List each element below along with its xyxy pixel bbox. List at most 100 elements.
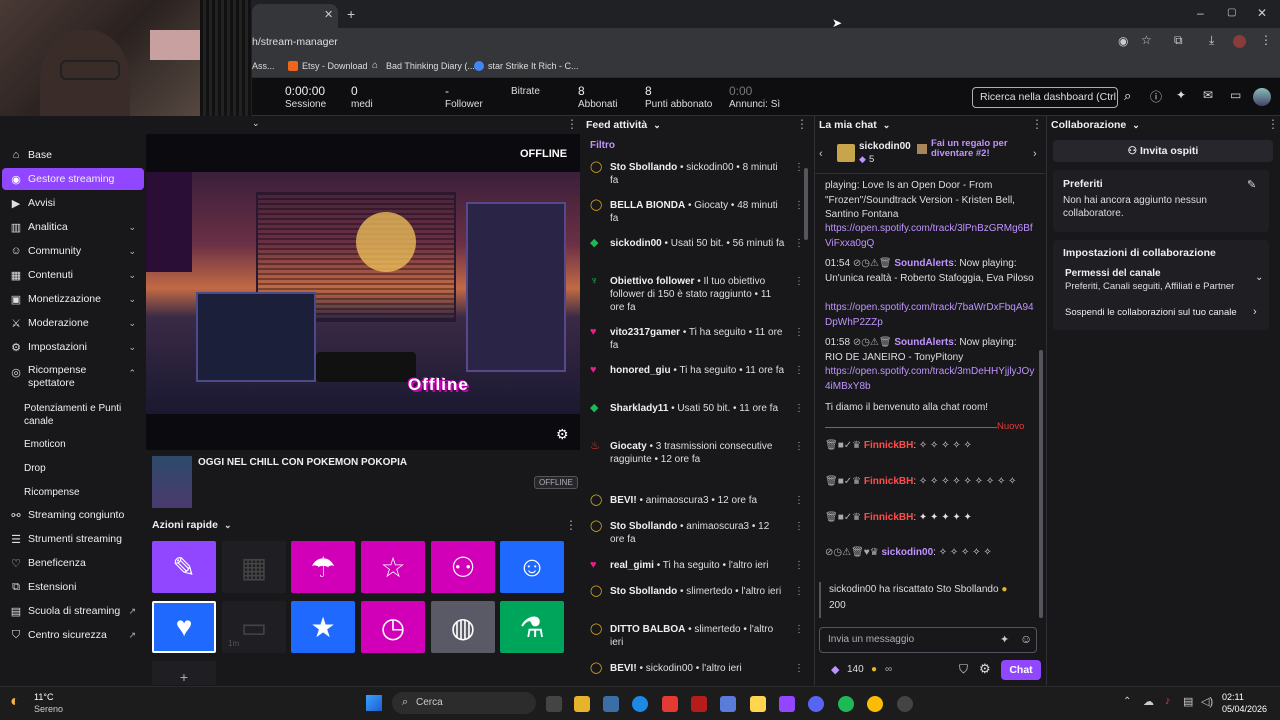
taskbar-search[interactable]: ⌕ Cerca <box>392 692 536 714</box>
more-icon[interactable]: ⋮ <box>794 364 804 377</box>
sidebar-subitem-drops[interactable]: Drop <box>24 462 46 475</box>
chat-username[interactable]: FinnickBH <box>864 476 913 487</box>
channel-points-balance[interactable]: 140 <box>847 664 864 675</box>
chat-username[interactable]: sickodin00 <box>881 547 933 558</box>
discord-icon[interactable] <box>808 696 824 712</box>
cloud-icon[interactable]: ☁ <box>1143 695 1154 708</box>
sparkle-icon[interactable]: ✦ <box>1000 633 1009 646</box>
bookmark-item[interactable]: Bad Thinking Diary (... <box>386 61 475 71</box>
sub-only-button[interactable]: ★ <box>291 601 355 653</box>
weather-icon[interactable]: ◐ <box>10 693 20 711</box>
volume-icon[interactable]: ◁) <box>1201 695 1213 708</box>
bookmark-item[interactable]: Etsy - Download <box>302 61 368 71</box>
store-icon[interactable] <box>603 696 619 712</box>
profile-avatar[interactable] <box>1233 35 1246 48</box>
slow-mode-button[interactable]: ◷ <box>361 601 425 653</box>
sidebar-item-community[interactable]: ☺ Community ⌄ <box>2 240 144 262</box>
download-icon[interactable]: ⤓ <box>1209 33 1214 48</box>
prediction-button[interactable]: ⚗ <box>500 601 564 653</box>
file-explorer-icon[interactable] <box>574 696 590 712</box>
eye-icon[interactable]: ◉ <box>1118 34 1128 48</box>
sidebar-item-stream-tools[interactable]: ☰ Strumenti streaming <box>2 528 144 550</box>
sidebar-subitem-rewards[interactable]: Ricompense <box>24 486 80 499</box>
more-icon[interactable]: ⋮ <box>794 199 804 212</box>
add-mod-button[interactable]: ⚇ <box>431 541 495 593</box>
chevron-left-icon[interactable]: ‹ <box>819 148 823 160</box>
more-icon[interactable]: ⋮ <box>794 161 804 174</box>
sidebar-item-collab-stream[interactable]: ⚯ Streaming congiunto <box>2 504 144 526</box>
gear-icon[interactable]: ⚙ <box>979 661 991 677</box>
chat-link[interactable]: https://open.spotify.com/track/7baWrDxFb… <box>825 301 1035 330</box>
mic-icon[interactable]: ♪ <box>1165 695 1171 707</box>
sidebar-item-charity[interactable]: ♡ Beneficenza <box>2 552 144 574</box>
more-icon[interactable]: ⋮ <box>796 117 808 131</box>
more-icon[interactable]: ⋮ <box>1267 117 1279 131</box>
send-chat-button[interactable]: Chat <box>1001 660 1041 680</box>
sidebar-item-alerts[interactable]: ▶ Avvisi <box>2 192 144 214</box>
network-icon[interactable]: ▤ <box>1183 695 1193 708</box>
url-text[interactable]: h/stream-manager <box>252 36 338 48</box>
more-icon[interactable]: ⋮ <box>794 559 804 572</box>
shield-icon[interactable]: ⛉ <box>959 662 968 677</box>
more-icon[interactable]: ⋮ <box>565 518 577 532</box>
chat-input[interactable]: Invia un messaggio ✦ ☺ <box>819 627 1037 653</box>
more-icon[interactable]: ⋮ <box>794 494 804 507</box>
user-avatar[interactable] <box>1253 88 1271 106</box>
whispers-icon[interactable]: ▭ <box>1230 88 1241 102</box>
gear-icon[interactable]: ⚙ <box>556 426 569 443</box>
twitch-icon[interactable] <box>779 696 795 712</box>
pencil-icon[interactable]: ✎ <box>1247 178 1256 191</box>
obs-icon[interactable] <box>897 696 913 712</box>
more-icon[interactable]: ⋮ <box>794 440 804 453</box>
shoutout-button[interactable]: ☆ <box>361 541 425 593</box>
dashboard-search-input[interactable]: Ricerca nella dashboard (Ctrl + . <box>972 87 1118 108</box>
more-icon[interactable]: ⋮ <box>794 520 804 533</box>
sidebar-item-monetization[interactable]: ▣ Monetizzazione ⌄ <box>2 288 144 310</box>
sidebar-item-safety-center[interactable]: ⛉ Centro sicurezza ↗ <box>2 624 144 646</box>
edit-stream-info-button[interactable]: ✎ <box>152 541 216 593</box>
close-tab-icon[interactable]: ✕ <box>324 8 333 21</box>
sidebar-subitem-emotes[interactable]: Emoticon <box>24 438 66 451</box>
more-icon[interactable]: ⋮ <box>566 117 578 131</box>
chevron-down-icon[interactable]: ⌄ <box>653 120 661 131</box>
chat-username[interactable]: FinnickBH <box>864 440 913 451</box>
help-icon[interactable]: ⓘ <box>1150 88 1162 105</box>
clock-date[interactable]: 05/04/2026 <box>1222 704 1267 714</box>
feed-scrollbar[interactable] <box>804 168 808 240</box>
chat-username[interactable]: SoundAlerts <box>894 258 953 269</box>
stream-title[interactable]: OGGI NEL CHILL CON POKEMON POKOPIA <box>198 457 407 468</box>
browser-menu-icon[interactable]: ⋮ <box>1260 33 1272 47</box>
browser-tab[interactable]: ✕ <box>252 4 338 28</box>
antivirus-icon[interactable] <box>691 696 707 712</box>
sparkle-icon[interactable]: ✦ <box>1176 88 1186 102</box>
more-icon[interactable]: ⋮ <box>794 585 804 598</box>
maximize-icon[interactable]: ▢ <box>1227 7 1236 18</box>
more-icon[interactable]: ⋮ <box>794 402 804 415</box>
ad-button[interactable]: ▭ 1m <box>222 601 286 653</box>
task-view-icon[interactable] <box>546 696 562 712</box>
leaderboard-user[interactable]: sickodin00 <box>859 141 911 152</box>
more-icon[interactable]: ⋮ <box>794 662 804 675</box>
guest-star-button[interactable]: ◍ <box>431 601 495 653</box>
more-icon[interactable]: ⋮ <box>1031 117 1043 131</box>
invite-guests-button[interactable]: ⚇ Invita ospiti <box>1053 140 1273 162</box>
chat-username[interactable]: SoundAlerts <box>894 337 953 348</box>
chat-link[interactable]: https://open.spotify.com/track/3mDeHHYjj… <box>825 365 1035 394</box>
follower-only-button[interactable]: ♥ <box>152 601 216 653</box>
chat-username[interactable]: FinnickBH <box>864 512 913 523</box>
chevron-down-icon[interactable]: ⌄ <box>1132 120 1140 131</box>
raid-button[interactable]: ☂ <box>291 541 355 593</box>
inbox-icon[interactable]: ✉ <box>1203 88 1213 102</box>
app-l-icon[interactable] <box>662 696 678 712</box>
sidebar-subitem-channel-points[interactable]: Potenziamenti e Punti canale <box>24 402 134 428</box>
bookmark-item[interactable]: star Strike It Rich - C... <box>488 61 579 71</box>
sidebar-item-extensions[interactable]: ⧉ Estensioni <box>2 576 144 598</box>
sidebar-item-stream-manager[interactable]: ◉ Gestore streaming <box>2 168 144 190</box>
chevron-right-icon[interactable]: › <box>1033 148 1037 160</box>
sidebar-item-settings[interactable]: ⚙ Impostazioni ⌄ <box>2 336 144 358</box>
sidebar-item-content[interactable]: ▦ Contenuti ⌄ <box>2 264 144 286</box>
gift-cta[interactable]: Fai un regalo per diventare #2! <box>931 139 1011 159</box>
tray-chevron-icon[interactable]: ⌃ <box>1123 696 1131 707</box>
minimize-icon[interactable]: – <box>1197 6 1204 20</box>
sidebar-item-viewer-rewards[interactable]: ◎ Ricompense spettatore ⌃ <box>2 364 144 392</box>
